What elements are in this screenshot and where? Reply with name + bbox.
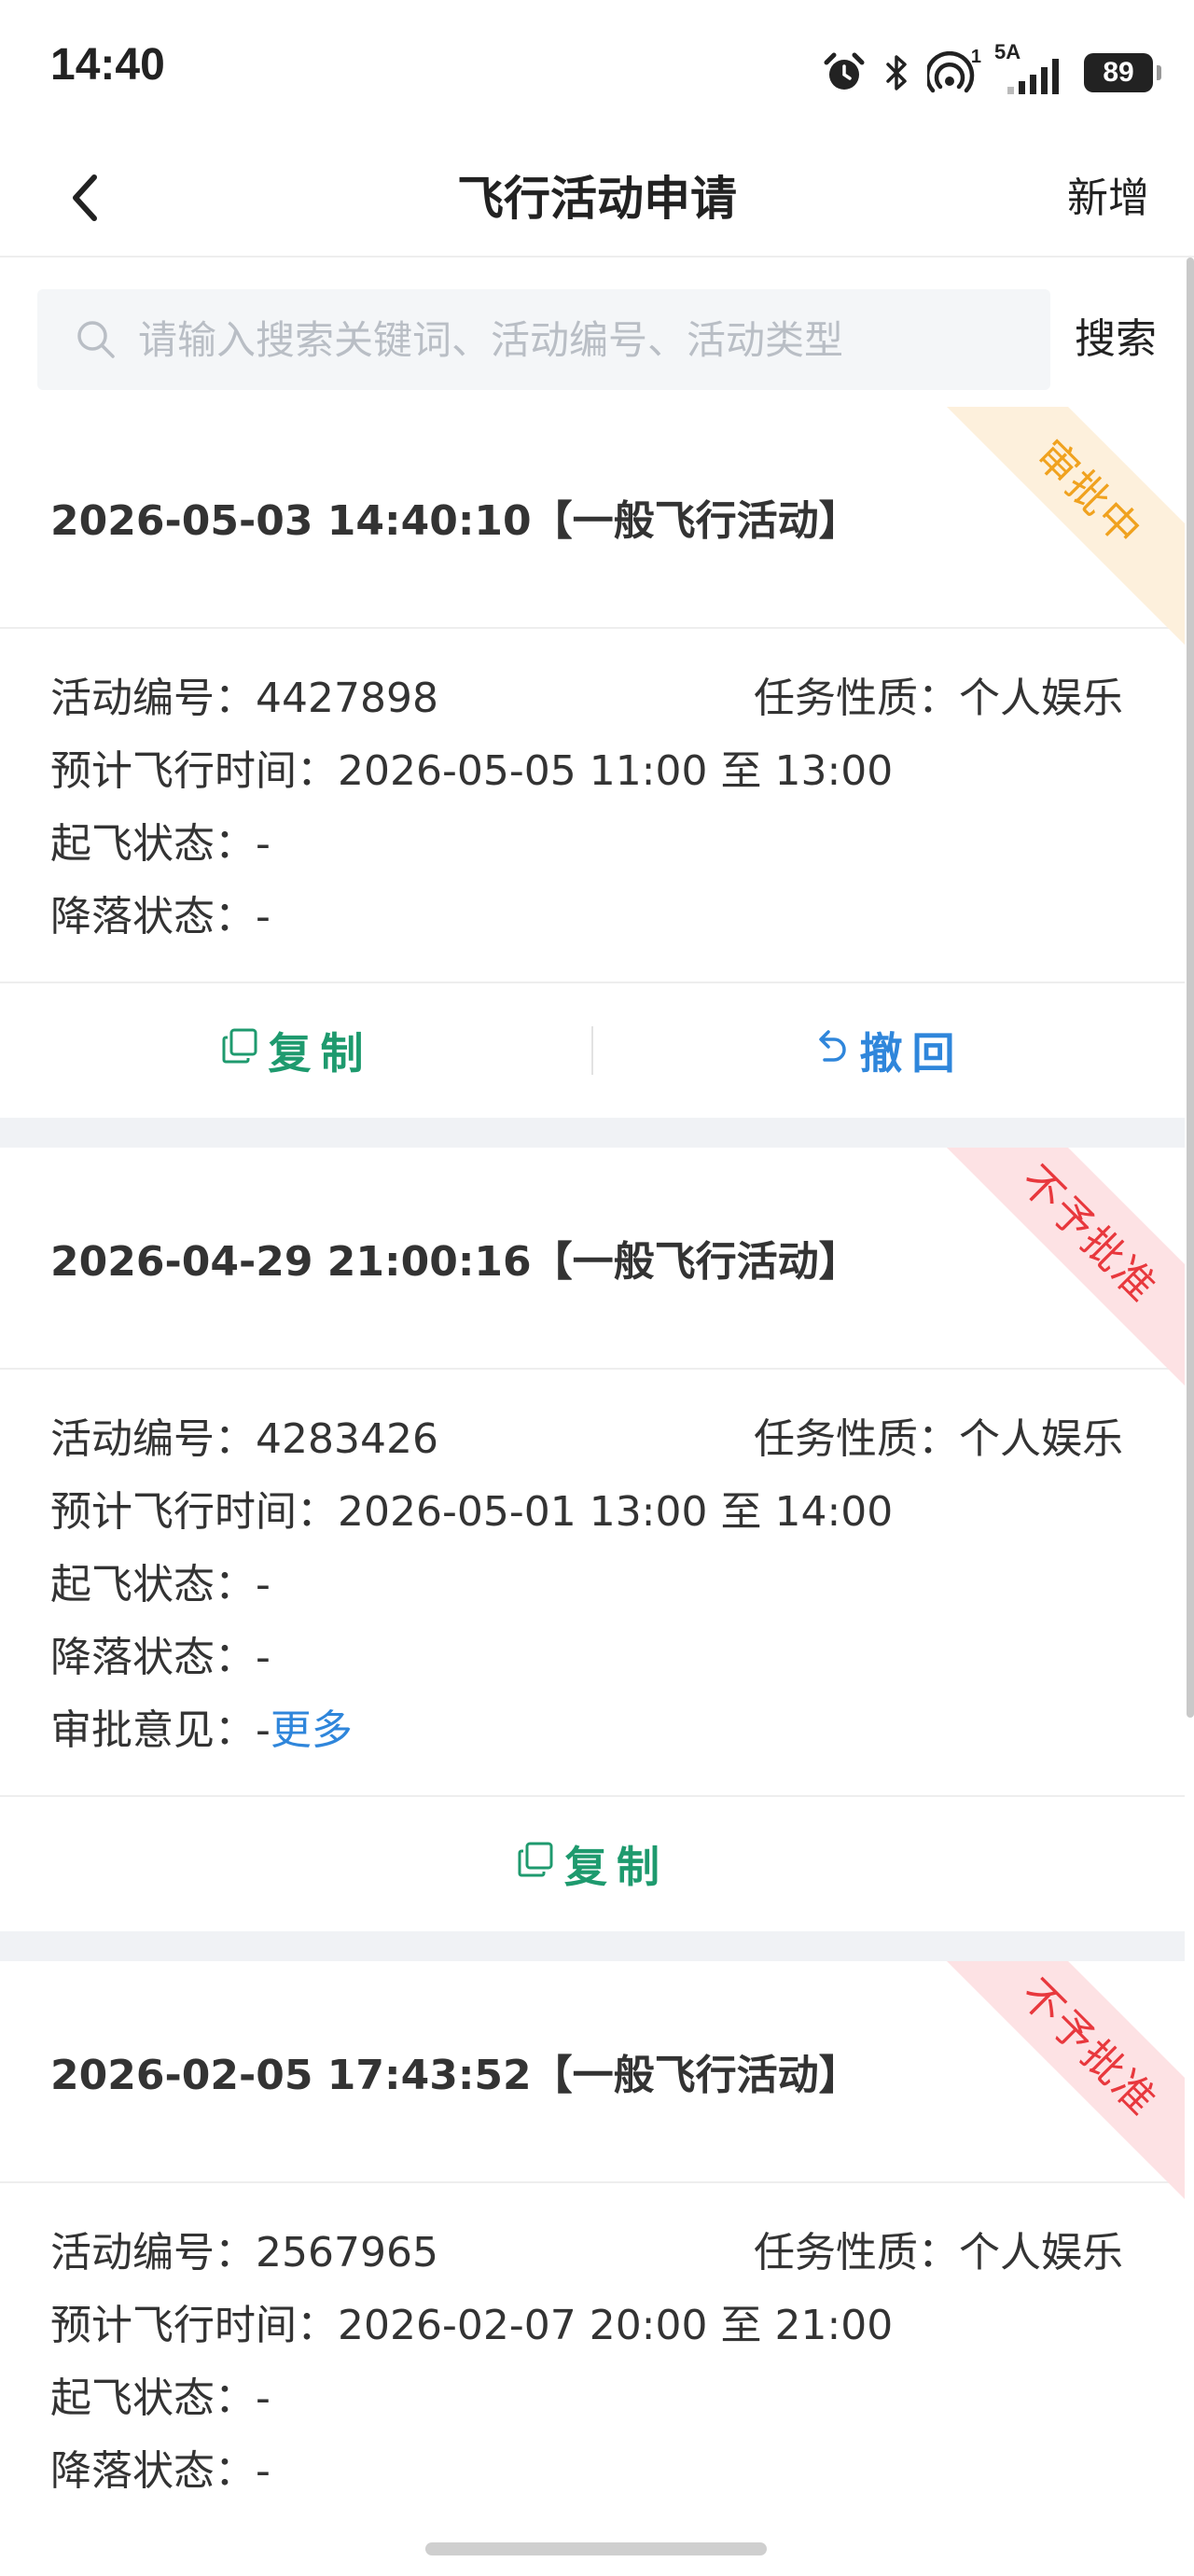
activity-no-label: 活动编号： — [50, 1415, 256, 1463]
takeoff-status-row: 起飞状态：- — [50, 808, 1134, 881]
status-bar: 14:40 1 5A 89 — [0, 0, 1194, 140]
bluetooth-icon — [882, 51, 910, 94]
planned-time-row: 预计飞行时间：2026-02-07 20:00 至 21:00 — [50, 2290, 1134, 2362]
signal-icon: 5A — [994, 42, 1067, 96]
takeoff-status-value: - — [256, 820, 271, 868]
activity-no-label: 活动编号： — [50, 2229, 256, 2277]
activity-no-value: 2567965 — [256, 2229, 438, 2277]
revoke-button[interactable]: 撤回 — [592, 1020, 1185, 1081]
takeoff-status-value: - — [256, 1561, 271, 1608]
search-row: 搜索 — [0, 258, 1185, 407]
copy-button[interactable]: 复制 — [0, 1020, 592, 1081]
landing-status-row: 降落状态：- — [50, 881, 1134, 954]
card-body: 活动编号：4283426 任务性质：个人娱乐 预计飞行时间：2026-05-01… — [0, 1370, 1185, 1797]
landing-status-row: 降落状态：- — [50, 2435, 1134, 2508]
takeoff-status-label: 起飞状态： — [50, 2374, 256, 2422]
application-card[interactable]: 2026-05-03 14:40:10【一般飞行活动】 审批中 活动编号：442… — [0, 407, 1185, 1118]
landing-status-value: - — [256, 2447, 271, 2495]
more-link[interactable]: 更多 — [271, 1706, 353, 1754]
add-button[interactable]: 新增 — [1067, 157, 1149, 241]
card-separator — [0, 1118, 1185, 1148]
battery-icon: 89 — [1084, 53, 1161, 92]
task-nature: 任务性质：个人娱乐 — [754, 2217, 1123, 2290]
card-body: 活动编号：2567965 任务性质：个人娱乐 预计飞行时间：2026-02-07… — [0, 2183, 1185, 2536]
action-divider — [591, 1026, 593, 1075]
card-title: 2026-02-05 17:43:52【一般飞行活动】 — [50, 2052, 860, 2099]
task-nature: 任务性质：个人娱乐 — [754, 662, 1123, 735]
network-type: 5A — [994, 40, 1021, 63]
landing-status-value: - — [256, 1634, 271, 1681]
landing-status-row: 降落状态：- — [50, 1622, 1134, 1694]
copy-button[interactable]: 复制 — [0, 1833, 1185, 1895]
application-card[interactable]: 2026-02-05 17:43:52【一般飞行活动】 不予批准 活动编号：25… — [0, 1961, 1185, 2536]
page-title: 飞行活动申请 — [457, 172, 737, 226]
search-input[interactable] — [138, 316, 978, 363]
landing-status-value: - — [256, 893, 271, 940]
hotspot-count: 1 — [970, 47, 981, 67]
takeoff-status-label: 起飞状态： — [50, 1561, 256, 1608]
task-nature-value: 个人娱乐 — [959, 675, 1123, 722]
task-nature-value: 个人娱乐 — [959, 2229, 1123, 2277]
task-nature-label: 任务性质： — [754, 2229, 959, 2277]
activity-no-row: 活动编号：4283426 任务性质：个人娱乐 — [50, 1403, 1134, 1476]
planned-time-label: 预计飞行时间： — [50, 2302, 338, 2349]
task-nature-value: 个人娱乐 — [959, 1415, 1123, 1463]
search-icon — [75, 318, 118, 361]
planned-time-value: 2026-05-01 13:00 至 14:00 — [338, 1488, 894, 1536]
undo-icon — [813, 1025, 860, 1076]
application-list: 2026-05-03 14:40:10【一般飞行活动】 审批中 活动编号：442… — [0, 407, 1185, 2536]
search-button[interactable]: 搜索 — [1075, 289, 1157, 390]
copy-label: 复制 — [564, 1842, 669, 1892]
activity-no-value: 4283426 — [256, 1415, 438, 1463]
home-indicator[interactable] — [425, 2542, 767, 2555]
scrollbar-thumb[interactable] — [1187, 258, 1194, 1718]
status-icons: 1 5A 89 — [823, 42, 1161, 101]
card-title: 2026-04-29 21:00:16【一般飞行活动】 — [50, 1238, 860, 1286]
card-body: 活动编号：4427898 任务性质：个人娱乐 预计飞行时间：2026-05-05… — [0, 629, 1185, 983]
approval-opinion-row: 审批意见：-更多 — [50, 1694, 1134, 1767]
alarm-icon — [823, 51, 866, 94]
takeoff-status-row: 起飞状态：- — [50, 1549, 1134, 1622]
application-card[interactable]: 2026-04-29 21:00:16【一般飞行活动】 不予批准 活动编号：42… — [0, 1148, 1185, 1931]
card-actions: 复制 撤回 — [0, 983, 1185, 1118]
planned-time-row: 预计飞行时间：2026-05-01 13:00 至 14:00 — [50, 1476, 1134, 1549]
copy-icon — [220, 1025, 269, 1076]
planned-time-row: 预计飞行时间：2026-05-05 11:00 至 13:00 — [50, 735, 1134, 808]
landing-status-label: 降落状态： — [50, 1634, 256, 1681]
app-header: 飞行活动申请 新增 — [0, 140, 1194, 258]
hotspot-icon: 1 — [927, 47, 981, 94]
card-title: 2026-05-03 14:40:10【一般飞行活动】 — [50, 497, 860, 545]
revoke-label: 撤回 — [859, 1028, 965, 1079]
activity-no-value: 4427898 — [256, 675, 438, 722]
task-nature-label: 任务性质： — [754, 675, 959, 722]
activity-no-label: 活动编号： — [50, 675, 256, 722]
search-box[interactable] — [37, 289, 1050, 390]
approval-opinion-value: - — [256, 1706, 271, 1754]
activity-no-row: 活动编号：2567965 任务性质：个人娱乐 — [50, 2217, 1134, 2290]
landing-status-label: 降落状态： — [50, 893, 256, 940]
copy-icon — [516, 1839, 564, 1889]
takeoff-status-value: - — [256, 2374, 271, 2422]
planned-time-value: 2026-05-05 11:00 至 13:00 — [338, 747, 894, 795]
planned-time-value: 2026-02-07 20:00 至 21:00 — [338, 2302, 894, 2349]
planned-time-label: 预计飞行时间： — [50, 1488, 338, 1536]
takeoff-status-row: 起飞状态：- — [50, 2362, 1134, 2435]
task-nature: 任务性质：个人娱乐 — [754, 1403, 1123, 1476]
status-time: 14:40 — [50, 40, 165, 90]
activity-no-row: 活动编号：4427898 任务性质：个人娱乐 — [50, 662, 1134, 735]
task-nature-label: 任务性质： — [754, 1415, 959, 1463]
copy-label: 复制 — [268, 1028, 373, 1079]
card-actions: 复制 — [0, 1797, 1185, 1931]
landing-status-label: 降落状态： — [50, 2447, 256, 2495]
card-separator — [0, 1931, 1185, 1961]
planned-time-label: 预计飞行时间： — [50, 747, 338, 795]
approval-opinion-label: 审批意见： — [50, 1706, 256, 1754]
takeoff-status-label: 起飞状态： — [50, 820, 256, 868]
